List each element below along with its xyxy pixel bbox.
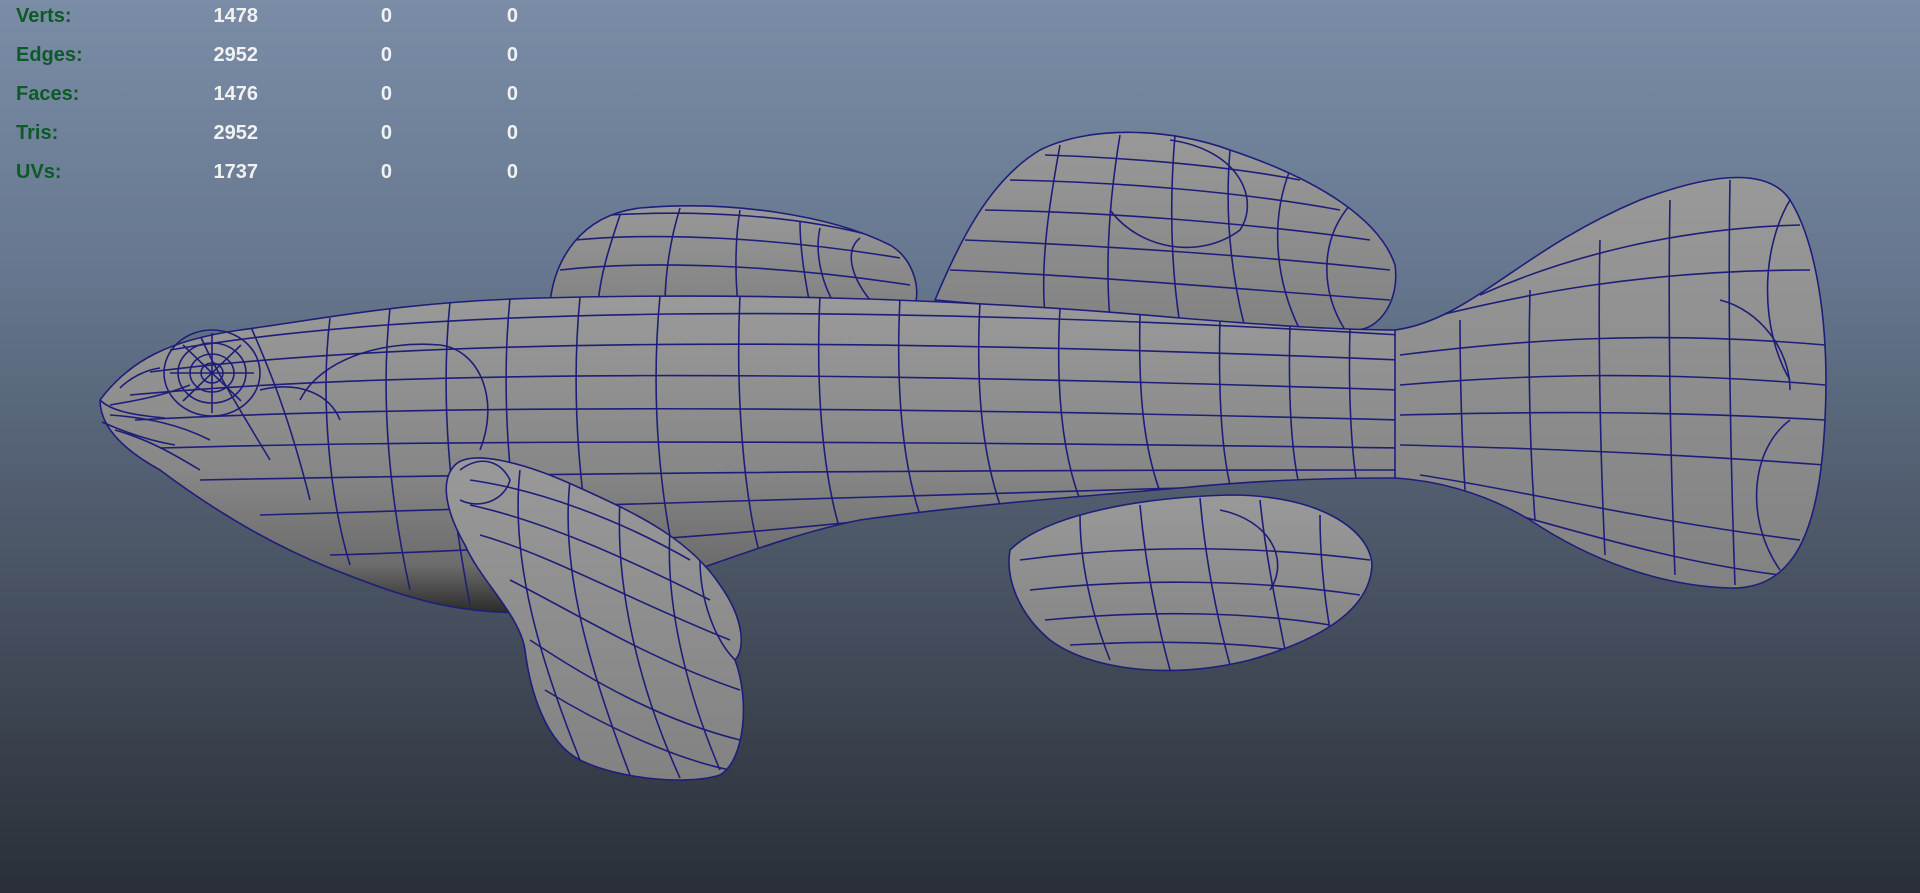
hud-value-selected: 0	[380, 122, 392, 144]
hud-row-edges: Edges: 2952 0 0	[16, 36, 536, 75]
hud-label: UVs:	[16, 161, 62, 183]
hud-value-total: 1737	[213, 161, 259, 183]
hud-value-other: 0	[506, 83, 518, 105]
hud-label: Verts:	[16, 5, 72, 27]
hud-value-selected: 0	[380, 161, 392, 183]
hud-row-uvs: UVs: 1737 0 0	[16, 153, 536, 192]
poly-count-hud: Verts: 1478 0 0 Edges: 2952 0 0 Faces: 1…	[16, 0, 536, 192]
hud-value-total: 2952	[213, 44, 259, 66]
hud-value-other: 0	[506, 161, 518, 183]
hud-value-other: 0	[506, 122, 518, 144]
hud-row-verts: Verts: 1478 0 0	[16, 0, 536, 36]
hud-value-total: 1476	[213, 83, 259, 105]
hud-value-other: 0	[506, 44, 518, 66]
hud-value-total: 1478	[213, 5, 259, 27]
hud-value-other: 0	[506, 5, 518, 27]
hud-row-faces: Faces: 1476 0 0	[16, 75, 536, 114]
hud-value-selected: 0	[380, 44, 392, 66]
hud-value-selected: 0	[380, 83, 392, 105]
3d-viewport[interactable]: Verts: 1478 0 0 Edges: 2952 0 0 Faces: 1…	[0, 0, 1920, 893]
hud-value-total: 2952	[213, 122, 259, 144]
hud-row-tris: Tris: 2952 0 0	[16, 114, 536, 153]
hud-label: Edges:	[16, 44, 83, 66]
hud-label: Faces:	[16, 83, 80, 105]
hud-label: Tris:	[16, 122, 59, 144]
hud-value-selected: 0	[380, 5, 392, 27]
